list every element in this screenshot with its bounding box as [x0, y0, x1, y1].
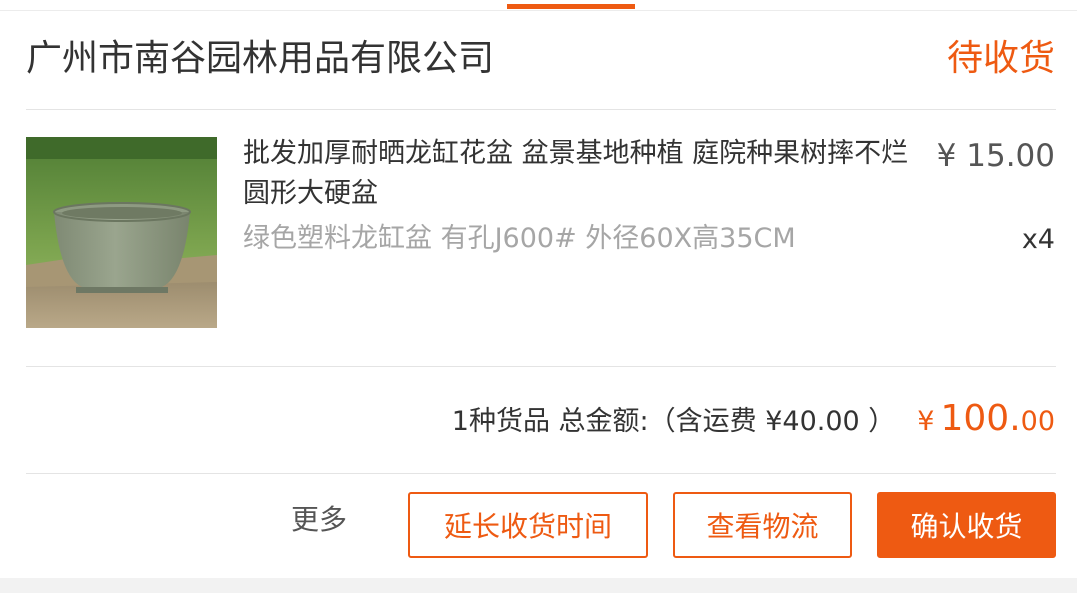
divider [26, 473, 1056, 474]
extend-receipt-button[interactable]: 延长收货时间 [408, 492, 648, 558]
view-logistics-button[interactable]: 查看物流 [673, 492, 852, 558]
total-amount-integer: 100. [940, 398, 1021, 439]
shop-name[interactable]: 广州市南谷园林用品有限公司 [26, 34, 494, 84]
total-amount-decimal: 00 [1020, 406, 1055, 437]
product-quantity: x4 [1021, 224, 1055, 255]
divider [26, 109, 1056, 110]
top-tab-strip [0, 0, 1077, 11]
product-price: ¥ 15.00 [936, 138, 1055, 174]
product-sku: 绿色塑料龙缸盆 有孔J600# 外径60X高35CM [243, 223, 796, 254]
active-tab-indicator [507, 4, 635, 9]
confirm-receipt-button[interactable]: 确认收货 [877, 492, 1056, 558]
bottom-separator-band [0, 578, 1077, 593]
planter-photo-icon [26, 137, 217, 328]
total-currency-symbol: ¥ [917, 406, 935, 437]
order-status: 待收货 [946, 38, 1055, 79]
divider [26, 366, 1056, 367]
product-title[interactable]: 批发加厚耐晒龙缸花盆 盆景基地种植 庭院种果树摔不烂圆形大硬盆 [243, 134, 935, 214]
summary-text: 1种货品 总金额:（含运费 ¥40.00 ） [451, 406, 896, 437]
more-button[interactable]: 更多 [291, 500, 347, 540]
product-thumbnail[interactable] [26, 137, 217, 328]
order-summary: 1种货品 总金额:（含运费 ¥40.00 ） ¥ 100. 00 [452, 398, 1055, 444]
